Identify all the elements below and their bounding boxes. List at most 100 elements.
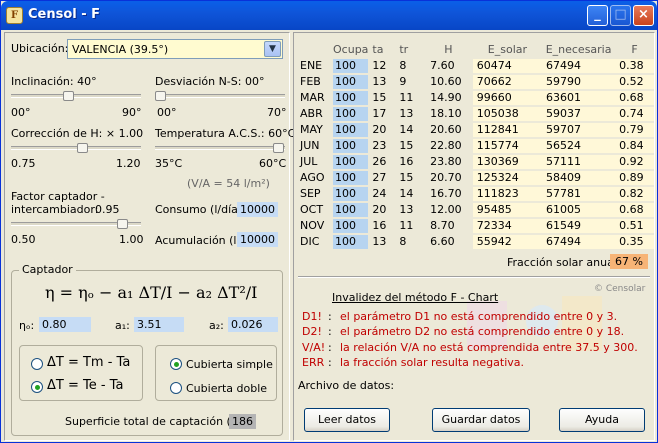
a2-label: a₂: [209, 319, 224, 332]
inclinacion-label: Inclinación: 40° [11, 75, 97, 88]
tr-cell: 15 [399, 139, 414, 152]
temperatura-slider-thumb[interactable] [273, 143, 284, 153]
tr-cell: 9 [399, 75, 407, 88]
table-row: ABR 100 17 13 18.10 105038 59037 0.74 [300, 107, 654, 121]
temperatura-slider[interactable] [155, 143, 285, 153]
ubicacion-value: VALENCIA (39.5°) [72, 43, 169, 56]
factor-value: 0.95 [95, 203, 120, 216]
e-solar-cell: 55942 [472, 235, 543, 249]
ocupa-cell[interactable]: 100 [333, 155, 369, 169]
dt-te-radio[interactable] [31, 381, 43, 393]
e-solar-cell: 115774 [472, 139, 543, 153]
table-row: JUN 100 23 15 22.80 115774 56524 0.84 [300, 139, 654, 153]
e-necesaria-cell: 67494 [542, 235, 616, 249]
e-necesaria-cell: 67494 [542, 59, 616, 73]
desviacion-max: 70° [267, 106, 287, 119]
error-text-va: la relación V/A no está comprendida entr… [340, 341, 638, 354]
inclinacion-slider[interactable] [11, 91, 141, 101]
tr-cell: 15 [399, 171, 414, 184]
ta-cell: 20 [372, 123, 387, 136]
ocupa-cell[interactable]: 100 [333, 171, 369, 185]
tr-cell: 11 [399, 219, 414, 232]
f-cell: 0.84 [615, 139, 654, 153]
ocupa-cell[interactable]: 100 [333, 139, 369, 153]
month-cell: NOV [300, 219, 325, 232]
acumulacion-field[interactable]: 10000 [237, 232, 278, 247]
correccion-slider[interactable] [11, 143, 141, 153]
cubierta-doble-label[interactable]: Cubierta doble [186, 382, 267, 395]
h-cell: 8.70 [430, 219, 455, 232]
h-cell: 14.90 [430, 91, 462, 104]
e-solar-cell: 111823 [472, 187, 543, 201]
desviacion-slider-thumb[interactable] [155, 91, 166, 101]
monthly-table: Ocupa ta tr H E_solar E_necesaria F ENE 1… [300, 41, 654, 251]
e-solar-cell: 130369 [472, 155, 543, 169]
ta-cell: 16 [372, 219, 387, 232]
consumo-field[interactable]: 10000 [237, 202, 278, 217]
cubierta-simple-label[interactable]: Cubierta simple [186, 358, 273, 371]
ubicacion-label: Ubicación: [11, 42, 69, 55]
ocupa-cell[interactable]: 100 [333, 219, 369, 233]
tr-cell: 13 [399, 203, 414, 216]
h-cell: 10.60 [430, 75, 462, 88]
chevron-down-icon[interactable]: ▼ [264, 41, 281, 57]
ubicacion-select[interactable]: VALENCIA (39.5°) ▼ [67, 39, 283, 59]
factor-slider-thumb[interactable] [117, 219, 128, 229]
dt-tm-radio[interactable] [31, 358, 43, 370]
ocupa-cell[interactable]: 100 [333, 59, 369, 73]
dt-te-label[interactable]: ΔT = Te - Ta [47, 378, 123, 393]
ocupa-cell[interactable]: 100 [333, 107, 369, 121]
table-row: FEB 100 13 9 10.60 70662 59790 0.52 [300, 75, 654, 89]
table-row: NOV 100 16 11 8.70 72334 61549 0.51 [300, 219, 654, 233]
leer-datos-button[interactable]: Leer datos [304, 408, 390, 432]
consumo-label: Consumo (l/día): [155, 203, 246, 216]
f-cell: 0.79 [615, 123, 654, 137]
window-title: Censol - F [28, 7, 101, 22]
e-solar-cell: 60474 [472, 59, 543, 73]
ta-cell: 17 [372, 107, 387, 120]
correccion-slider-thumb[interactable] [77, 143, 88, 153]
efficiency-formula: η = ηₒ − a₁ ΔT/I − a₂ ΔT²/I [45, 283, 258, 302]
correccion-label: Corrección de H: × 1.00 [11, 127, 144, 140]
minimize-button[interactable]: _ [587, 5, 608, 26]
factor-slider[interactable] [11, 219, 141, 229]
f-cell: 0.89 [615, 171, 654, 185]
guardar-datos-button[interactable]: Guardar datos [432, 408, 530, 432]
col-ocupa: Ocupa [333, 43, 369, 56]
ocupa-cell[interactable]: 100 [333, 235, 369, 249]
f-cell: 0.92 [615, 155, 654, 169]
table-row: DIC 100 13 8 6.60 55942 67494 0.35 [300, 235, 654, 249]
inclinacion-min: 00° [11, 106, 31, 119]
title-bar[interactable]: F Censol - F _ □ × [1, 1, 657, 30]
inclinacion-slider-thumb[interactable] [63, 91, 74, 101]
error-text-d2: el parámetro D2 no está comprendido entr… [340, 325, 625, 338]
ocupa-cell[interactable]: 100 [333, 75, 369, 89]
tr-cell: 14 [399, 187, 414, 200]
desviacion-slider[interactable] [155, 91, 285, 101]
ocupa-cell[interactable]: 100 [333, 91, 369, 105]
table-row: SEP 100 24 14 16.70 111823 57781 0.82 [300, 187, 654, 201]
e-necesaria-cell: 59707 [542, 123, 616, 137]
ocupa-cell[interactable]: 100 [333, 123, 369, 137]
a2-field[interactable]: 0.026 [228, 317, 278, 332]
h-cell: 6.60 [430, 235, 455, 248]
e-solar-cell: 99660 [472, 91, 543, 105]
table-row: ENE 100 12 8 7.60 60474 67494 0.38 [300, 59, 654, 73]
h-cell: 20.70 [430, 171, 462, 184]
dt-tm-label[interactable]: ΔT = Tm - Ta [47, 355, 130, 370]
cubierta-doble-radio[interactable] [170, 382, 182, 394]
invalidez-link[interactable]: Invalidez del método F - Chart [332, 291, 498, 304]
cubierta-simple-radio[interactable] [170, 358, 182, 370]
error-code-d2: D2! [302, 325, 322, 338]
ocupa-cell[interactable]: 100 [333, 203, 369, 217]
eta-field[interactable]: 0.80 [39, 317, 91, 332]
maximize-button[interactable]: □ [610, 5, 631, 26]
ayuda-button[interactable]: Ayuda [559, 408, 645, 432]
a1-field[interactable]: 3.51 [134, 317, 184, 332]
ocupa-cell[interactable]: 100 [333, 187, 369, 201]
month-cell: FEB [300, 75, 321, 88]
error-sep-va: : [328, 341, 332, 354]
close-button[interactable]: × [633, 5, 654, 26]
ta-cell: 24 [372, 187, 387, 200]
tr-cell: 8 [399, 235, 407, 248]
